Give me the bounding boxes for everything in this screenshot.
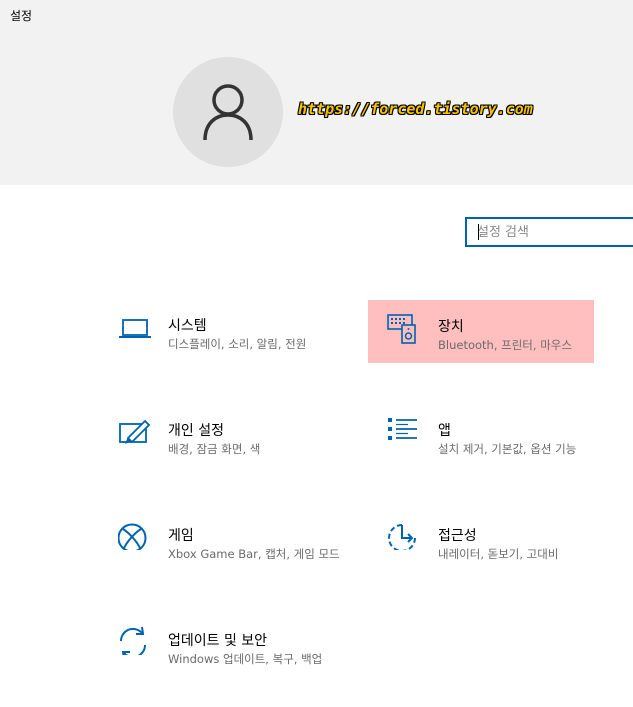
search-box[interactable] [465,217,633,247]
category-name: 앱 [438,423,451,439]
laptop-icon [119,319,151,338]
category-system[interactable]: 시스템 디스플레이, 소리, 알림, 전원 [118,300,344,363]
apps-list-icon [388,418,417,440]
category-name: 업데이트 및 보안 [168,633,268,649]
search-input[interactable] [467,219,633,245]
update-sync-icon [119,626,147,655]
category-description: 디스플레이, 소리, 알림, 전원 [168,337,307,351]
category-description: Bluetooth, 프린터, 마우스 [438,338,572,352]
category-name: 개인 설정 [168,423,224,439]
text-caret [478,224,479,240]
category-description: 설치 제거, 기본값, 옵션 기능 [438,442,577,456]
devices-icon [387,314,416,344]
app-title: 설정 [10,9,33,23]
category-devices[interactable]: 장치 Bluetooth, 프린터, 마우스 [368,300,594,363]
xbox-icon [118,523,147,550]
category-apps[interactable]: 앱 설치 제거, 기본값, 옵션 기능 [388,405,614,468]
category-name: 장치 [438,319,464,335]
watermark-url: https://forced.tistory.com [298,100,533,118]
category-update-security[interactable]: 업데이트 및 보안 Windows 업데이트, 복구, 백업 [118,615,344,678]
category-gaming[interactable]: 게임 Xbox Game Bar, 캡처, 게임 모드 [118,510,344,573]
ease-of-access-icon [388,524,416,550]
user-avatar[interactable] [173,57,283,167]
category-name: 시스템 [168,318,207,334]
category-personalization[interactable]: 개인 설정 배경, 잠금 화면, 색 [118,405,344,468]
category-name: 게임 [168,528,194,544]
category-ease-of-access[interactable]: 접근성 내레이터, 돋보기, 고대비 [388,510,614,573]
user-icon [203,84,253,141]
personalization-icon [119,419,151,444]
category-description: Xbox Game Bar, 캡처, 게임 모드 [168,547,340,561]
category-description: Windows 업데이트, 복구, 백업 [168,652,323,666]
category-description: 내레이터, 돋보기, 고대비 [438,547,559,561]
category-name: 접근성 [438,528,477,544]
account-header: 설정 https://forced.tistory.com [0,0,633,185]
category-description: 배경, 잠금 화면, 색 [168,442,261,456]
